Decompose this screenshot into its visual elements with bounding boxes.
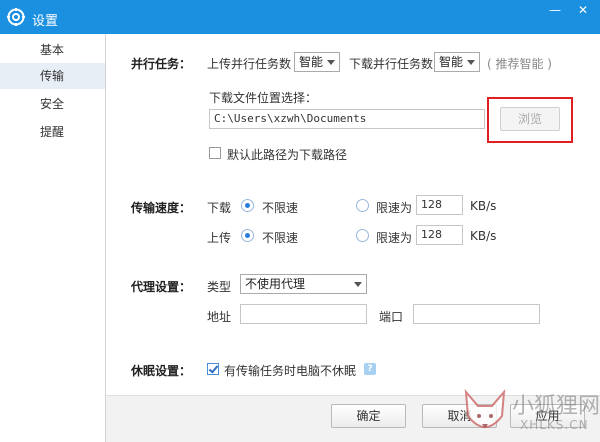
proxy-port-field[interactable] [413, 304, 540, 324]
download-limit-label: 限速为 [376, 201, 413, 215]
download-location-label: 下载文件位置选择： [209, 91, 318, 105]
site-watermark: 小狐狸网 XHLKS.CN [460, 386, 600, 442]
upload-limit-input[interactable]: 128 [416, 225, 463, 245]
chevron-down-icon [467, 60, 475, 65]
proxy-type-select[interactable]: 不使用代理 [240, 274, 367, 294]
help-icon[interactable]: ? [364, 363, 376, 375]
sleep-section-label: 休眠设置： [131, 364, 192, 378]
default-path-checkbox[interactable] [209, 147, 221, 159]
proxy-port-label: 端口 [379, 310, 404, 324]
upload-unit-label: KB/s [470, 229, 497, 243]
settings-gear-icon [7, 8, 25, 26]
recommend-hint: ( 推荐智能 ) [487, 57, 552, 71]
upload-parallel-select[interactable]: 智能 [294, 52, 340, 72]
download-limit-radio[interactable] [356, 199, 369, 212]
download-parallel-label: 下载并行任务数 [349, 57, 434, 71]
default-path-label: 默认此路径为下载路径 [227, 148, 348, 162]
title-bar: 设置 — ✕ [0, 0, 600, 34]
download-limit-input[interactable]: 128 [416, 195, 463, 215]
watermark-text-en: XHLKS.CN [520, 418, 589, 432]
proxy-section-label: 代理设置： [131, 280, 192, 294]
close-button[interactable]: ✕ [570, 0, 596, 20]
parallel-section-label: 并行任务： [131, 57, 192, 71]
window-title: 设置 [32, 14, 59, 29]
no-sleep-checkbox[interactable] [207, 363, 219, 375]
ok-button[interactable]: 确定 [331, 404, 406, 428]
proxy-address-field[interactable] [240, 304, 367, 324]
upload-limit-label: 限速为 [376, 231, 413, 245]
sidebar-item-security[interactable]: 安全 [0, 91, 105, 117]
chevron-down-icon [354, 282, 362, 287]
sidebar-item-reminder[interactable]: 提醒 [0, 119, 105, 145]
speed-download-label: 下载 [207, 201, 232, 215]
upload-unlimited-radio[interactable] [241, 229, 254, 242]
proxy-address-label: 地址 [207, 310, 232, 324]
sidebar: 基本 传输 安全 提醒 [0, 34, 106, 442]
upload-unlimited-label: 不限速 [262, 231, 299, 245]
watermark-text-cn: 小狐狸网 [512, 394, 600, 419]
download-parallel-value: 智能 [439, 55, 464, 69]
download-unlimited-radio[interactable] [241, 199, 254, 212]
upload-parallel-label: 上传并行任务数 [207, 57, 292, 71]
sidebar-item-transfer[interactable]: 传输 [0, 63, 105, 89]
upload-parallel-value: 智能 [299, 55, 324, 69]
download-unit-label: KB/s [470, 199, 497, 213]
download-path-field[interactable]: C:\Users\xzwh\Documents [209, 109, 485, 129]
download-parallel-select[interactable]: 智能 [434, 52, 480, 72]
chevron-down-icon [327, 60, 335, 65]
fox-logo-icon [464, 389, 506, 428]
speed-upload-label: 上传 [207, 231, 232, 245]
upload-limit-radio[interactable] [356, 229, 369, 242]
sidebar-item-basic[interactable]: 基本 [0, 37, 105, 63]
no-sleep-label: 有传输任务时电脑不休眠 [224, 364, 357, 378]
speed-section-label: 传输速度： [131, 201, 192, 215]
highlight-annotation [487, 97, 573, 143]
minimize-button[interactable]: — [544, 0, 566, 20]
proxy-type-label: 类型 [207, 280, 232, 294]
proxy-type-value: 不使用代理 [245, 277, 306, 291]
download-unlimited-label: 不限速 [262, 201, 299, 215]
